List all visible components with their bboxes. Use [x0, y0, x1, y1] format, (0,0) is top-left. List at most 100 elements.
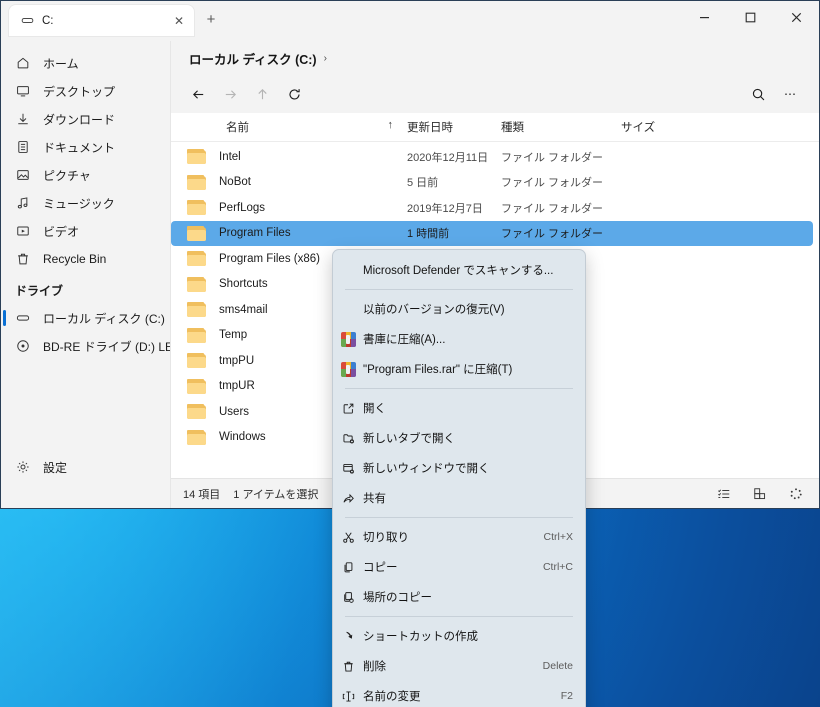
home-icon [15, 55, 31, 71]
menu-item[interactable]: ショートカットの作成 [333, 621, 585, 651]
file-name-label: Program Files [219, 227, 291, 240]
status-text-group: 14 項目 1 アイテムを選択 [171, 486, 318, 502]
menu-item[interactable]: 切り取り Ctrl+X [333, 522, 585, 552]
tab-c-drive[interactable]: C: ✕ [9, 5, 194, 36]
folder-icon [187, 276, 206, 292]
sidebar-item-home[interactable]: ホーム [1, 49, 170, 77]
back-button[interactable] [183, 80, 213, 108]
close-button[interactable] [773, 1, 819, 34]
column-header-date[interactable]: 更新日時 [407, 119, 501, 135]
sidebar-item-label: 設定 [43, 460, 68, 475]
file-type-cell: ファイル フォルダー [501, 202, 604, 215]
file-name-label: Intel [219, 150, 241, 163]
file-name-label: Shortcuts [219, 278, 268, 291]
forward-button[interactable] [215, 80, 245, 108]
sidebar-item-bd-re-drive-d[interactable]: BD-RE ドライブ (D:) LEON [1, 332, 170, 360]
sidebar-item-recycle-bin[interactable]: Recycle Bin [1, 245, 170, 273]
sidebar-item-label: ホーム [43, 56, 79, 71]
table-row[interactable]: Intel 2020年12月11日 ファイル フォルダー [171, 144, 819, 170]
sort-ascending-icon: ↑ [387, 119, 394, 131]
shortcut-icon [333, 630, 363, 643]
menu-item-shortcut: Ctrl+X [543, 531, 573, 543]
file-name-label: Program Files (x86) [219, 252, 320, 265]
menu-item[interactable]: 新しいウィンドウで開く [333, 453, 585, 483]
file-name-label: Temp [219, 329, 248, 342]
sidebar-group-drives: ドライブ [15, 284, 64, 298]
document-icon [15, 139, 31, 155]
column-header-size[interactable]: サイズ [621, 119, 711, 135]
cut-icon [333, 531, 363, 544]
menu-item[interactable]: Microsoft Defender でスキャンする... [333, 255, 585, 285]
content-view-icon[interactable] [785, 483, 807, 505]
sidebar-item-local-disk-c[interactable]: ローカル ディスク (C:) [1, 304, 170, 332]
sidebar-item-settings[interactable]: 設定 [1, 453, 170, 481]
sidebar-item-documents[interactable]: ドキュメント [1, 133, 170, 161]
gear-icon [15, 459, 31, 475]
sidebar-item-videos[interactable]: ビデオ [1, 217, 170, 245]
new-window-icon [333, 462, 363, 475]
column-header-type[interactable]: 種類 [501, 119, 621, 135]
menu-separator [345, 616, 573, 617]
folder-icon [187, 149, 206, 165]
menu-item[interactable]: 開く [333, 393, 585, 423]
file-date-cell: 2020年12月11日 [407, 151, 489, 164]
column-headers: 名前 ↑ 更新日時 種類 サイズ [171, 113, 819, 142]
folder-icon [187, 429, 206, 445]
menu-item-label: 切り取り [363, 532, 409, 544]
sidebar-item-label: ドキュメント [43, 140, 116, 155]
folder-icon [187, 404, 206, 420]
picture-icon [15, 167, 31, 183]
menu-item[interactable]: 名前の変更 F2 [333, 681, 585, 707]
close-tab-icon[interactable]: ✕ [170, 12, 188, 30]
new-tab-button[interactable]: + [198, 7, 224, 33]
maximize-button[interactable] [727, 1, 773, 34]
sidebar-item-label: ビデオ [43, 224, 80, 239]
item-count-text: 14 項目 [183, 489, 221, 501]
minimize-button[interactable] [681, 1, 727, 34]
share-icon [333, 492, 363, 505]
breadcrumb[interactable]: ローカル ディスク (C:) › [171, 41, 819, 75]
context-menu: Microsoft Defender でスキャンする... 以前のバージョンの復元… [332, 249, 586, 707]
winrar-icon [333, 361, 363, 377]
tiles-view-icon[interactable] [749, 483, 771, 505]
menu-item-label: 書庫に圧縮(A)... [363, 334, 446, 346]
rename-icon [333, 690, 363, 703]
menu-item[interactable]: 場所のコピー [333, 582, 585, 612]
menu-item[interactable]: "Program Files.rar" に圧縮(T) [333, 354, 585, 384]
column-header-name[interactable]: 名前 ↑ [179, 119, 407, 135]
sidebar-item-downloads[interactable]: ダウンロード [1, 105, 170, 133]
menu-item[interactable]: 削除 Delete [333, 651, 585, 681]
file-name-cell: PerfLogs [179, 200, 407, 216]
search-icon[interactable] [743, 80, 773, 108]
menu-item[interactable]: 書庫に圧縮(A)... [333, 324, 585, 354]
menu-item-shortcut: Delete [542, 660, 573, 672]
menu-item-label: 開く [363, 403, 386, 415]
table-row[interactable]: NoBot 5 日前 ファイル フォルダー [171, 170, 819, 196]
refresh-icon[interactable] [279, 80, 309, 108]
chevron-right-icon[interactable]: › [324, 53, 327, 64]
folder-icon [187, 174, 206, 190]
menu-item[interactable]: 以前のバージョンの復元(V) [333, 294, 585, 324]
drive-icon [15, 310, 31, 326]
menu-item-label: Microsoft Defender でスキャンする... [363, 265, 554, 277]
open-icon [333, 402, 363, 415]
menu-item-label: 場所のコピー [363, 592, 432, 604]
details-view-icon[interactable] [713, 483, 735, 505]
menu-separator [345, 517, 573, 518]
menu-item[interactable]: コピー Ctrl+C [333, 552, 585, 582]
menu-item[interactable]: 共有 [333, 483, 585, 513]
file-type-cell: ファイル フォルダー [501, 177, 604, 190]
sidebar-item-desktop[interactable]: デスクトップ [1, 77, 170, 105]
more-options-button[interactable]: ⋯ [775, 80, 805, 108]
table-row[interactable]: PerfLogs 2019年12月7日 ファイル フォルダー [171, 195, 819, 221]
sidebar-item-music[interactable]: ミュージック [1, 189, 170, 217]
menu-item-label: 削除 [363, 661, 386, 673]
sidebar-item-pictures[interactable]: ピクチャ [1, 161, 170, 189]
file-name-label: PerfLogs [219, 201, 266, 214]
menu-item[interactable]: 新しいタブで開く [333, 423, 585, 453]
up-button[interactable] [247, 80, 277, 108]
folder-icon [187, 302, 206, 318]
title-bar: C: ✕ + [1, 1, 819, 41]
table-row[interactable]: Program Files 1 時間前 ファイル フォルダー [171, 220, 813, 246]
sidebar-item-label: ダウンロード [43, 112, 116, 127]
